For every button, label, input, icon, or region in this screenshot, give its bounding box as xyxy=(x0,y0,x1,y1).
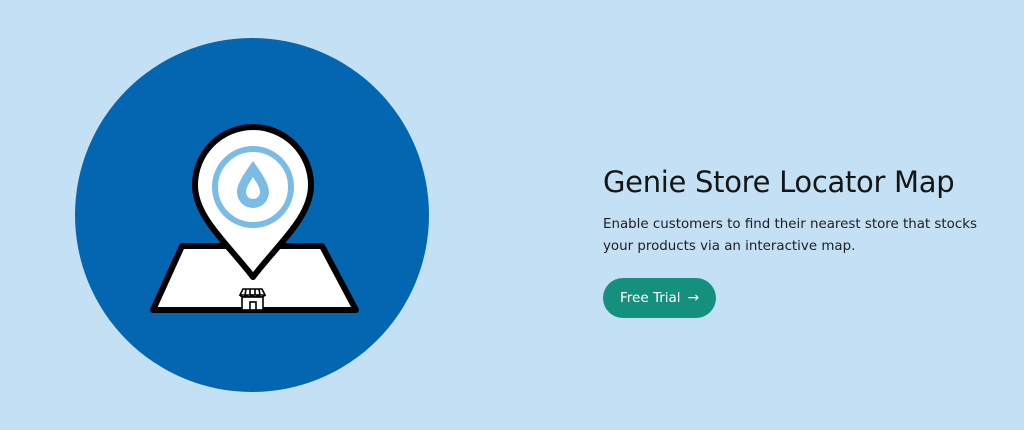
store-locator-illustration xyxy=(75,37,429,393)
hero-section: Genie Store Locator Map Enable customers… xyxy=(0,0,1024,430)
hero-content: Genie Store Locator Map Enable customers… xyxy=(603,163,1003,318)
page-title: Genie Store Locator Map xyxy=(603,165,955,199)
map-pin-store-icon xyxy=(75,38,429,392)
free-trial-label: Free Trial xyxy=(620,290,681,306)
free-trial-button[interactable]: Free Trial → xyxy=(603,278,717,318)
hero-description: Enable customers to find their nearest s… xyxy=(603,217,977,254)
arrow-right-icon: → xyxy=(687,290,700,306)
store-icon xyxy=(238,288,267,311)
